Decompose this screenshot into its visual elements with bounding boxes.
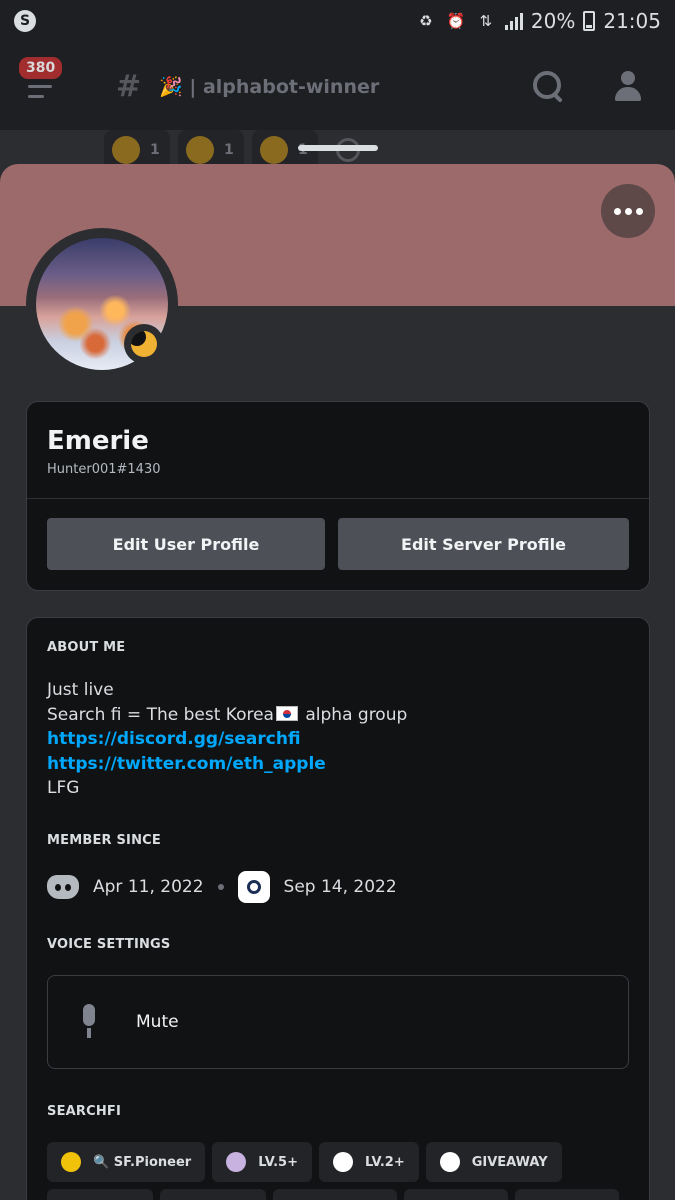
- idle-moon-icon: [131, 331, 157, 357]
- role-chip[interactable]: [47, 1189, 153, 1200]
- discord-link[interactable]: https://discord.gg/searchfi: [47, 727, 407, 752]
- role-color-dot: [226, 1152, 247, 1172]
- yum-emoji-icon: [260, 136, 288, 164]
- role-chip[interactable]: [160, 1189, 266, 1200]
- role-chip[interactable]: LV.2+: [318, 1142, 419, 1182]
- role-chip[interactable]: 🔍 SF.Pioneer: [47, 1142, 206, 1182]
- about-me-text: Just live Search fi = The best Korea alp…: [47, 678, 407, 801]
- mute-toggle[interactable]: Mute: [47, 975, 629, 1069]
- divider: [27, 498, 649, 499]
- discord-join-date: Apr 11, 2022: [93, 877, 204, 897]
- korea-flag-icon: [275, 705, 298, 721]
- channel-name[interactable]: 🎉 | alphabot-winner: [159, 75, 379, 98]
- voice-settings-title: VOICE SETTINGS: [47, 937, 171, 952]
- members-icon[interactable]: [613, 69, 647, 103]
- about-line: Search fi = The best Korea alpha group: [47, 704, 408, 725]
- profile-sheet: Emerie Hunter001#1430 Edit User Profile …: [0, 164, 675, 1200]
- edit-user-profile-button[interactable]: Edit User Profile: [47, 518, 325, 570]
- roles-list-overflow: [47, 1189, 619, 1200]
- squint-tongue-emoji-icon: [186, 136, 214, 164]
- role-chip[interactable]: [404, 1189, 508, 1200]
- role-chip[interactable]: [273, 1189, 397, 1200]
- twitter-link[interactable]: https://twitter.com/eth_apple: [47, 752, 407, 777]
- mute-label: Mute: [136, 1012, 179, 1032]
- tongue-emoji-icon: [112, 136, 140, 164]
- search-icon[interactable]: [531, 69, 565, 103]
- role-color-dot: [61, 1152, 81, 1172]
- signal-icon: [504, 12, 523, 30]
- server-join-date: Sep 14, 2022: [283, 877, 397, 897]
- data-icon: ⇅: [479, 12, 493, 30]
- sheet-drag-handle[interactable]: [298, 145, 378, 151]
- microphone-icon: [78, 1004, 100, 1040]
- member-since-row: Apr 11, 2022 Sep 14, 2022: [47, 870, 397, 904]
- alarm-icon: ⏰: [446, 12, 466, 30]
- role-chip[interactable]: [515, 1189, 619, 1200]
- info-card: ABOUT ME Just live Search fi = The best …: [26, 617, 650, 1200]
- more-options-button[interactable]: [601, 184, 655, 238]
- clock: 21:05: [603, 9, 661, 33]
- status-indicator: [124, 324, 164, 364]
- role-color-dot: [439, 1152, 460, 1172]
- shazam-icon: S: [14, 10, 36, 32]
- roles-title: SEARCHFI: [47, 1104, 122, 1119]
- role-chip[interactable]: LV.5+: [212, 1142, 312, 1182]
- status-bar: S ♻ ⏰ ⇅ 20% 21:05: [0, 0, 675, 42]
- edit-server-profile-button[interactable]: Edit Server Profile: [338, 518, 629, 570]
- role-chip[interactable]: GIVEAWAY: [425, 1142, 562, 1182]
- battery-icon: [583, 11, 596, 31]
- unread-badge: 380: [16, 54, 66, 82]
- server-logo-icon: [237, 871, 270, 903]
- discord-logo-icon: [47, 875, 79, 899]
- about-line: LFG: [47, 778, 80, 798]
- channel-header: 380 # 🎉 | alphabot-winner: [0, 42, 675, 130]
- about-me-title: ABOUT ME: [47, 640, 126, 655]
- name-card: Emerie Hunter001#1430 Edit User Profile …: [26, 401, 650, 591]
- username: Hunter001#1430: [47, 462, 161, 477]
- about-line: Just live: [47, 680, 114, 700]
- separator-dot: [217, 884, 224, 890]
- recycle-icon: ♻: [419, 12, 433, 30]
- display-name: Emerie: [47, 426, 149, 456]
- member-since-title: MEMBER SINCE: [47, 833, 161, 848]
- roles-list: 🔍 SF.Pioneer LV.5+ LV.2+ GIVEAWAY: [47, 1142, 562, 1182]
- locked-channel-icon: #: [116, 68, 142, 104]
- role-color-dot: [332, 1152, 353, 1172]
- battery-percent: 20%: [530, 9, 576, 33]
